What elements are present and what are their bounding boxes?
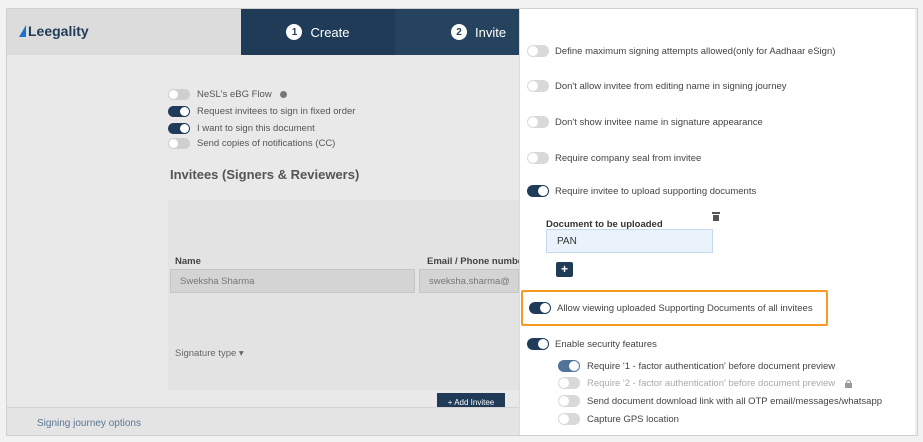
step-label: Create xyxy=(310,24,350,40)
send-copies-toggle[interactable] xyxy=(168,138,190,149)
step-number: 2 xyxy=(451,24,467,40)
require-company-seal-toggle[interactable] xyxy=(527,152,549,164)
enable-security-label: Enable security features xyxy=(555,339,657,350)
send-copies-label: Send copies of notifications (CC) xyxy=(197,138,336,149)
fixed-order-label: Request invitees to sign in fixed order xyxy=(197,106,356,117)
fixed-order-toggle[interactable] xyxy=(168,106,190,117)
require-company-seal-label: Require company seal from invitee xyxy=(555,153,702,164)
signing-journey-options-link[interactable]: Signing journey options xyxy=(37,418,141,429)
step-create[interactable]: 1 Create xyxy=(241,9,395,55)
define-max-attempts-toggle[interactable] xyxy=(527,45,549,57)
step-invite[interactable]: 2 Invite xyxy=(395,9,519,55)
logo-mark-icon xyxy=(19,25,26,37)
name-input[interactable]: Sweksha Sharma xyxy=(170,269,415,293)
send-download-link-toggle[interactable] xyxy=(558,395,580,407)
info-icon[interactable] xyxy=(280,91,287,98)
require-supporting-docs-label: Require invitee to upload supporting doc… xyxy=(555,186,757,197)
invitees-title: Invitees (Signers & Reviewers) xyxy=(170,167,360,182)
require-1fa-toggle[interactable] xyxy=(558,360,580,372)
require-1fa-label: Require '1 - factor authentication' befo… xyxy=(587,361,836,372)
brand-name: Leegality xyxy=(28,23,89,39)
i-want-to-sign-toggle[interactable] xyxy=(168,123,190,134)
invitee-card xyxy=(168,200,519,390)
brand-logo[interactable]: Leegality xyxy=(19,23,89,39)
step-number: 1 xyxy=(286,24,303,40)
app-window: Leegality 1 Create 2 Invite NeSL's eBG F… xyxy=(6,8,918,436)
name-label: Name xyxy=(175,256,201,267)
nesl-ebg-toggle[interactable] xyxy=(168,89,190,100)
define-max-attempts-label: Define maximum signing attempts allowed(… xyxy=(555,46,836,57)
add-document-button[interactable]: + xyxy=(556,262,573,277)
capture-gps-toggle[interactable] xyxy=(558,413,580,425)
send-download-link-label: Send document download link with all OTP… xyxy=(587,396,883,407)
enable-security-toggle[interactable] xyxy=(527,338,549,350)
highlight-box xyxy=(521,290,828,326)
nesl-ebg-label: NeSL's eBG Flow xyxy=(197,89,272,100)
dont-allow-edit-name-label: Don't allow invitee from editing name in… xyxy=(555,81,787,92)
capture-gps-label: Capture GPS location xyxy=(587,414,679,425)
i-want-to-sign-label: I want to sign this document xyxy=(197,123,315,134)
trash-icon[interactable] xyxy=(712,212,720,221)
require-2fa-toggle[interactable] xyxy=(558,377,580,389)
email-input[interactable]: sweksha.sharma@ xyxy=(419,269,519,293)
require-2fa-label: Require '2 - factor authentication' befo… xyxy=(587,378,836,389)
require-supporting-docs-toggle[interactable] xyxy=(527,185,549,197)
dont-show-name-label: Don't show invitee name in signature app… xyxy=(555,117,763,128)
dont-show-name-toggle[interactable] xyxy=(527,116,549,128)
step-label: Invite xyxy=(475,24,507,40)
signature-type-dropdown[interactable]: Signature type ▾ xyxy=(175,348,244,359)
email-label: Email / Phone number xyxy=(427,256,527,267)
drawer-scrollbar[interactable] xyxy=(915,9,917,435)
document-name-input[interactable]: PAN xyxy=(546,229,713,253)
dont-allow-edit-name-toggle[interactable] xyxy=(527,80,549,92)
lock-icon xyxy=(845,380,852,388)
